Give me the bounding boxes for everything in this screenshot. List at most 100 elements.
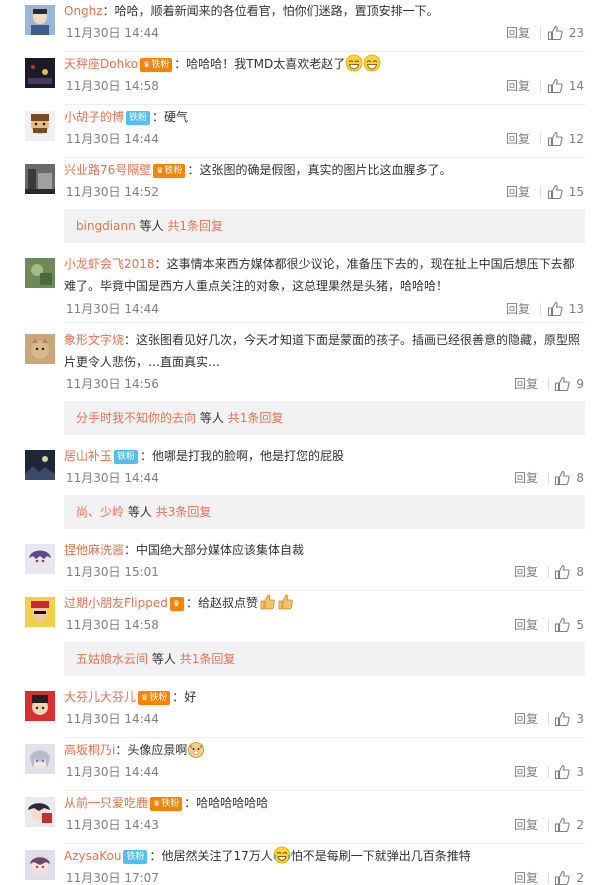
like-count: 15 (568, 185, 584, 199)
reply-button[interactable]: 回复 (506, 25, 530, 41)
thumb-up-icon (554, 711, 570, 727)
avatar[interactable] (25, 164, 55, 194)
reply-button[interactable]: 回复 (514, 617, 538, 633)
reply-button[interactable]: 回复 (506, 131, 530, 147)
avatar[interactable] (25, 691, 55, 721)
comment-text-line: 从前一只爱吃鹿 ♛铁粉 ：哈哈哈哈哈哈 (64, 792, 594, 814)
colon: ： (115, 743, 128, 757)
reply-button[interactable]: 回复 (514, 711, 538, 727)
fan-badge: ♛铁粉 (153, 164, 186, 178)
comment-text-line: 大芬儿大芬儿 ♛铁粉 ：好 (64, 686, 594, 708)
subreply-suffix: 等人 (139, 219, 164, 233)
thumb-up-icon (547, 25, 563, 41)
reply-button[interactable]: 回复 (514, 764, 538, 780)
subreply-count-link[interactable]: 共1条回复 (180, 652, 236, 666)
avatar[interactable] (25, 258, 55, 288)
reply-button[interactable]: 回复 (514, 870, 538, 885)
subreply-summary[interactable]: 五姑娘水云间 等人 共1条回复 (64, 642, 585, 676)
comment-text-line: 高坂桐乃i：头像应景啊 (64, 739, 594, 761)
comment-text-line: 居山补玉 铁粉 ：他哪是打我的脸啊，他是打您的屁股 (64, 445, 594, 467)
comment-text-line: 小胡子的博 铁粉 ：硬气 (64, 106, 594, 128)
row-divider (64, 322, 586, 323)
subreply-suffix: 等人 (199, 411, 224, 425)
comment-text: 好 (184, 690, 197, 704)
thumb-up-icon (554, 764, 570, 780)
avatar[interactable] (25, 597, 55, 627)
reply-button[interactable]: 回复 (506, 301, 530, 317)
comment-username[interactable]: 小龙虾会飞2018 (64, 257, 155, 271)
avatar[interactable] (25, 58, 55, 88)
divider (548, 378, 549, 390)
subreply-summary[interactable]: 尚、少岭 等人 共3条回复 (64, 495, 585, 529)
subreply-names[interactable]: 尚、少岭 (76, 505, 124, 519)
reply-button[interactable]: 回复 (506, 78, 530, 94)
avatar[interactable] (25, 544, 55, 574)
like-count: 23 (568, 26, 584, 40)
comment-username[interactable]: AzysaKou (64, 849, 121, 863)
reply-button[interactable]: 回复 (514, 470, 538, 486)
tie-badge: 铁粉 (126, 111, 151, 125)
comment-username[interactable]: 捏他麻洗酱 (64, 543, 124, 557)
comment-time: 11月30日 14:58 (66, 618, 159, 632)
like-button[interactable]: 23 (547, 25, 584, 41)
comment-username[interactable]: Onghz (64, 4, 103, 18)
thumb-up-icon (547, 131, 563, 147)
reply-button[interactable]: 回复 (514, 817, 538, 833)
comment-username[interactable]: 从前一只爱吃鹿 (64, 796, 148, 810)
comment-username[interactable]: 过期小朋友Flipped (64, 596, 168, 610)
reply-button[interactable]: 回复 (514, 564, 538, 580)
comment-time: 11月30日 14:43 (66, 818, 159, 832)
like-button[interactable]: 3 (554, 764, 584, 780)
avatar[interactable] (25, 111, 55, 141)
comment-time: 11月30日 14:56 (66, 377, 159, 391)
avatar[interactable] (25, 450, 55, 480)
comment-username[interactable]: 大芬儿大芬儿 (64, 690, 136, 704)
subreply-count-link[interactable]: 共1条回复 (228, 411, 284, 425)
like-button[interactable]: 9 (554, 376, 584, 392)
reply-button[interactable]: 回复 (506, 184, 530, 200)
comment-time: 11月30日 14:44 (66, 302, 159, 316)
like-button[interactable]: 5 (554, 617, 584, 633)
subreply-names[interactable]: bingdiann (76, 219, 136, 233)
comment-time: 11月30日 14:44 (66, 765, 159, 779)
like-button[interactable]: 2 (554, 817, 584, 833)
divider (548, 566, 549, 578)
avatar[interactable] (25, 797, 55, 827)
comment-text-line: 兴业路76号隔壁 ♛铁粉 ：这张图的确是假图，真实的图片比这血腥多了。 (64, 159, 594, 181)
comment-username[interactable]: 高坂桐乃i (64, 743, 115, 757)
avatar[interactable] (25, 5, 55, 35)
like-button[interactable]: 3 (554, 711, 584, 727)
thumb-up-icon (547, 78, 563, 94)
subreply-summary[interactable]: bingdiann 等人 共1条回复 (64, 209, 585, 243)
like-button[interactable]: 13 (547, 301, 584, 317)
divider (540, 186, 541, 198)
avatar[interactable] (25, 850, 55, 880)
like-button[interactable]: 12 (547, 131, 584, 147)
comment-username[interactable]: 象形文字烧 (64, 333, 124, 347)
divider (548, 619, 549, 631)
comment-username[interactable]: 小胡子的博 (64, 110, 124, 124)
like-button[interactable]: 14 (547, 78, 584, 94)
subreply-count-link[interactable]: 共3条回复 (156, 505, 212, 519)
avatar[interactable] (25, 744, 55, 774)
thumb-up-icon (554, 817, 570, 833)
subreply-names[interactable]: 五姑娘水云间 (76, 652, 148, 666)
colon: ： (152, 110, 165, 124)
comment-text: 中国绝大部分媒体应该集体自裁 (136, 543, 305, 557)
like-button[interactable]: 15 (547, 184, 584, 200)
like-button[interactable]: 8 (554, 470, 584, 486)
comment-item: 过期小朋友Flipped ♛ ：给赵叔点赞 11月30日 14:58 回复 5 (0, 592, 606, 644)
avatar[interactable] (25, 334, 55, 364)
subreply-summary[interactable]: 分手时我不知你的去向 等人 共1条回复 (64, 401, 585, 435)
colon: ： (185, 596, 198, 610)
reply-button[interactable]: 回复 (514, 376, 538, 392)
like-button[interactable]: 8 (554, 564, 584, 580)
comment-text: 哈哈，顺着新闻来的各位看官，怕你们迷路，置顶安排一下。 (114, 4, 439, 18)
comment-username[interactable]: 兴业路76号隔壁 (64, 163, 151, 177)
like-count: 2 (576, 871, 584, 885)
comment-username[interactable]: 天秤座Dohko (64, 57, 138, 71)
comment-username[interactable]: 居山补玉 (64, 449, 112, 463)
subreply-count-link[interactable]: 共1条回复 (167, 219, 223, 233)
like-button[interactable]: 2 (554, 870, 584, 885)
subreply-names[interactable]: 分手时我不知你的去向 (76, 411, 196, 425)
